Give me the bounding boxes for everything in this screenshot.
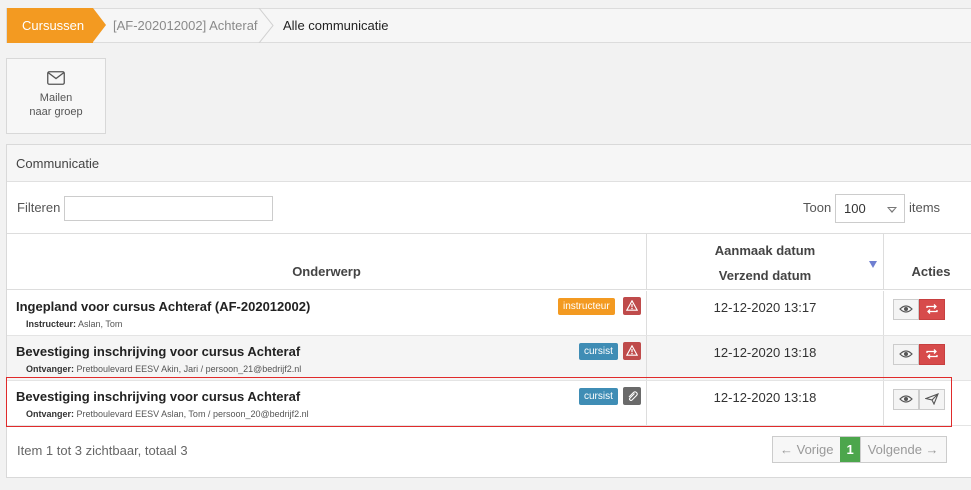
- eye-icon: [899, 395, 913, 403]
- mail-group-label-line1: Mailen: [39, 92, 73, 104]
- breadcrumb-item-current: Alle communicatie: [283, 18, 389, 33]
- recipient-line: Ontvanger: Pretboulevard EESV Aslan, Tom…: [26, 409, 309, 419]
- mail-group-label-line2: naar groep: [29, 106, 83, 118]
- status-badge: cursist: [579, 343, 618, 360]
- warning-icon: [623, 342, 641, 360]
- recipient-label: Instructeur:: [26, 319, 77, 329]
- table-header: Onderwerp Aanmaak datum Verzend datum Ac…: [7, 233, 971, 290]
- recipient-value: Pretboulevard EESV Aslan, Tom / persoon_…: [76, 409, 309, 419]
- message-subject[interactable]: Bevestiging inschrijving voor cursus Ach…: [16, 389, 300, 404]
- column-header-dates[interactable]: Aanmaak datum Verzend datum: [647, 234, 884, 290]
- status-badge: instructeur: [558, 298, 615, 315]
- status-badge: cursist: [579, 388, 618, 405]
- breadcrumb-item-cursussen[interactable]: Cursussen: [7, 8, 106, 43]
- recipient-label: Ontvanger:: [26, 364, 75, 374]
- pagination-info: Item 1 tot 3 zichtbaar, totaal 3: [17, 443, 188, 458]
- panel-title: Communicatie: [7, 145, 971, 182]
- date-cell: 12-12-2020 13:17: [647, 291, 884, 335]
- recipient-line: Ontvanger: Pretboulevard EESV Akin, Jari…: [26, 364, 301, 374]
- subject-cell: Bevestiging inschrijving voor cursus Ach…: [7, 336, 647, 380]
- next-page-button[interactable]: Volgende →: [859, 437, 946, 462]
- prev-page-button[interactable]: ← Vorige: [773, 437, 841, 462]
- actions-cell: [884, 381, 971, 425]
- message-subject[interactable]: Ingepland voor cursus Achteraf (AF-20201…: [16, 299, 310, 314]
- sort-desc-icon[interactable]: [869, 261, 877, 268]
- message-subject[interactable]: Bevestiging inschrijving voor cursus Ach…: [16, 344, 300, 359]
- resend-button[interactable]: [919, 344, 945, 365]
- recipient-value: Aslan, Tom: [78, 319, 123, 329]
- recipient-value: Pretboulevard EESV Akin, Jari / persoon_…: [76, 364, 302, 374]
- page-size-value: 100: [844, 201, 866, 216]
- filter-label: Filteren: [17, 200, 61, 215]
- recipient-line: Instructeur: Aslan, Tom: [26, 319, 122, 329]
- column-header-sent[interactable]: Verzend datum: [647, 268, 883, 283]
- actions-cell: [884, 291, 971, 335]
- subject-cell: Ingepland voor cursus Achteraf (AF-20201…: [7, 291, 647, 335]
- date-cell: 12-12-2020 13:18: [647, 381, 884, 425]
- column-header-created[interactable]: Aanmaak datum: [647, 243, 883, 258]
- recipient-label: Ontvanger:: [26, 409, 75, 419]
- send-button[interactable]: [919, 389, 945, 410]
- resend-button[interactable]: [919, 299, 945, 320]
- eye-icon: [899, 350, 913, 358]
- view-button[interactable]: [893, 344, 919, 365]
- page-1-button[interactable]: 1: [840, 437, 860, 462]
- page-size-label: Toon: [803, 200, 832, 215]
- date-cell: 12-12-2020 13:18: [647, 336, 884, 380]
- eye-icon: [899, 305, 913, 313]
- envelope-icon: [47, 71, 65, 85]
- resend-icon: [926, 304, 938, 314]
- breadcrumb-item-course[interactable]: [AF-202012002] Achteraf: [113, 9, 258, 42]
- warning-icon: [623, 297, 641, 315]
- column-header-actions: Acties: [911, 264, 951, 279]
- mail-group-button[interactable]: Mailen naar groep: [6, 58, 106, 134]
- column-header-subject[interactable]: Onderwerp: [7, 234, 647, 290]
- page-size-suffix: items: [909, 200, 941, 215]
- chevron-down-icon: [887, 207, 897, 213]
- view-button[interactable]: [893, 389, 919, 410]
- send-icon: [924, 393, 939, 406]
- table-row[interactable]: Ingepland voor cursus Achteraf (AF-20201…: [7, 291, 971, 336]
- breadcrumb: Cursussen [AF-202012002] Achteraf Alle c…: [6, 8, 971, 43]
- subject-cell: Bevestiging inschrijving voor cursus Ach…: [7, 381, 647, 425]
- table-row[interactable]: Bevestiging inschrijving voor cursus Ach…: [7, 336, 971, 381]
- actions-cell: [884, 336, 971, 380]
- communication-panel: Communicatie Filteren Toon 100 items Ond…: [6, 144, 971, 478]
- resend-icon: [926, 349, 938, 359]
- filter-input[interactable]: [64, 196, 273, 221]
- pagination: ← Vorige 1 Volgende →: [772, 436, 947, 463]
- paperclip-icon: [623, 387, 641, 405]
- table-row[interactable]: Bevestiging inschrijving voor cursus Ach…: [7, 381, 971, 426]
- view-button[interactable]: [893, 299, 919, 320]
- page-size-select[interactable]: 100: [835, 194, 905, 223]
- breadcrumb-separator-icon: [258, 8, 274, 43]
- filter-bar: Filteren Toon 100 items: [7, 182, 971, 234]
